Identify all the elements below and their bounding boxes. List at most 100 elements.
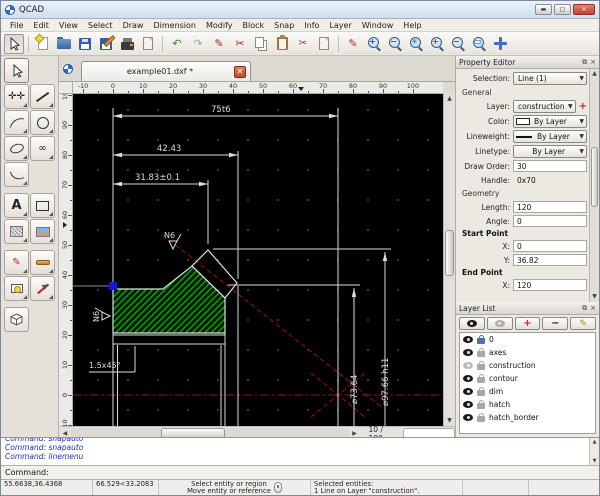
property-editor-scrollbar[interactable]: ▲ ▼ [589, 69, 599, 302]
undo-button[interactable]: ↶ [167, 34, 187, 54]
zoom-window-button[interactable]: + [427, 34, 447, 54]
close-button[interactable]: ✕ [573, 4, 595, 15]
surface-n6-top-text[interactable]: N6 [164, 231, 175, 240]
palette-selection-button[interactable] [4, 58, 29, 83]
edit-layer-button[interactable]: ✎ [570, 317, 596, 330]
paste-button[interactable] [272, 34, 292, 54]
selection-combo[interactable]: Line (1)▼ [513, 72, 587, 85]
chamfer-text[interactable]: 1.5x45° [89, 361, 121, 370]
zoom-out-button[interactable]: − [385, 34, 405, 54]
start-y-field[interactable]: 36.82 [513, 254, 587, 266]
eye-icon[interactable] [463, 336, 473, 343]
tab-close-icon[interactable]: ✕ [234, 66, 246, 78]
lock-icon[interactable] [477, 364, 485, 370]
circle-tool-button[interactable] [30, 110, 55, 135]
history-scrollbar[interactable]: ▲ ▼ [589, 438, 599, 465]
modify-tool-button[interactable] [30, 276, 55, 301]
dim-75-text[interactable]: 75t6 [211, 105, 231, 115]
dim-3183-text[interactable]: 31.83±0.1 [135, 173, 180, 183]
selected-point-marker[interactable] [109, 282, 117, 290]
layer-plus-button[interactable]: + [579, 101, 587, 112]
new-file-button[interactable] [33, 34, 53, 54]
dimension-tool-button[interactable]: ✎ [4, 250, 29, 275]
close-panel-icon[interactable]: × [590, 304, 596, 312]
lock-icon[interactable] [477, 403, 485, 409]
draw-order-field[interactable]: 30 [513, 160, 587, 172]
scroll-up-icon[interactable]: ▲ [590, 69, 599, 79]
vertical-scrollbar[interactable]: ▲ ▼ [443, 94, 455, 426]
eye-off-icon[interactable] [463, 362, 473, 369]
surface-n6-left[interactable]: N6 [92, 308, 110, 322]
lock-icon[interactable] [477, 416, 485, 422]
eye-icon[interactable] [463, 375, 473, 382]
redo-button[interactable]: ↷ [188, 34, 208, 54]
dim-dia-inner-text[interactable]: ⌀73.64 [350, 375, 360, 404]
menu-item-view[interactable]: View [54, 21, 83, 30]
dim-4243-text[interactable]: 42.43 [157, 144, 181, 154]
draw-pencil-button[interactable]: ✎ [209, 34, 229, 54]
color-combo[interactable]: By Layer▼ [513, 115, 587, 128]
menu-item-dimension[interactable]: Dimension [148, 21, 201, 30]
drawing-canvas[interactable]: 75t6 42.43 31.83±0.1 ⌀73.64 [73, 94, 443, 426]
linetype-combo[interactable]: By Layer▼ [513, 145, 587, 158]
image-tool-button[interactable] [30, 219, 55, 244]
menu-item-help[interactable]: Help [398, 21, 426, 30]
show-all-layers-button[interactable] [459, 317, 485, 330]
property-scroll-thumb[interactable] [591, 147, 598, 207]
save-button[interactable] [75, 34, 95, 54]
shape-tool-button[interactable] [30, 193, 55, 218]
layer-row-hatch_border[interactable]: hatch_border [460, 411, 595, 424]
start-x-field[interactable]: 0 [513, 240, 587, 252]
scroll-up-icon[interactable]: ▲ [590, 439, 599, 445]
hide-all-layers-button[interactable] [487, 317, 513, 330]
layer-row-0[interactable]: 0 [460, 333, 595, 346]
viewport-3d-button[interactable] [4, 307, 29, 332]
maximize-button[interactable]: ▢ [554, 4, 571, 15]
text-tool-button[interactable]: A [4, 193, 29, 218]
scroll-down-icon[interactable]: ▼ [590, 458, 599, 464]
dim-dia-outer-text[interactable]: ⌀97.66 h11 [381, 358, 391, 406]
cut-button[interactable]: ✂ [230, 34, 250, 54]
layer-row-construction[interactable]: construction [460, 359, 595, 372]
vertical-scroll-thumb[interactable] [445, 230, 454, 276]
eye-icon[interactable] [463, 388, 473, 395]
lock-icon[interactable] [477, 390, 485, 396]
dimensions[interactable]: 75t6 42.43 31.83±0.1 ⌀73.64 [89, 105, 391, 426]
zoom-previous-button[interactable]: − [448, 34, 468, 54]
leader-tool-button[interactable] [30, 250, 55, 275]
end-x-field[interactable]: 120 [513, 279, 587, 291]
edit-pencil-button[interactable]: ✎ [343, 34, 363, 54]
lineweight-combo[interactable]: By Layer▼ [513, 130, 587, 143]
minimize-button[interactable]: ▬ [535, 4, 552, 15]
menu-item-layer[interactable]: Layer [324, 21, 356, 30]
auto-zoom-button[interactable]: ✳ [406, 34, 426, 54]
cut-reference-button[interactable]: ✂ [293, 34, 313, 54]
lock-icon[interactable] [477, 351, 485, 357]
selection-pointer-button[interactable] [4, 34, 24, 54]
float-panel-icon[interactable]: ⧉ [582, 58, 587, 67]
layer-row-axes[interactable]: axes [460, 346, 595, 359]
zoom-in-button[interactable]: + [364, 34, 384, 54]
pan-button[interactable] [490, 34, 510, 54]
menu-item-file[interactable]: File [5, 21, 28, 30]
remove-layer-button[interactable]: − [542, 317, 568, 330]
scroll-down-icon[interactable]: ▼ [590, 292, 599, 302]
layer-row-hatch[interactable]: hatch [460, 398, 595, 411]
spline-tool-button[interactable]: ∞ [30, 136, 55, 161]
layer-combo[interactable]: construction▼ [513, 100, 576, 113]
menu-item-draw[interactable]: Draw [118, 21, 149, 30]
copy-button[interactable] [251, 34, 271, 54]
zoom-page-button[interactable]: ▭ [469, 34, 489, 54]
float-panel-icon[interactable]: ⧉ [582, 304, 587, 313]
hatch-section[interactable] [113, 266, 225, 333]
command-history[interactable]: Command: snapautoCommand: snapautoComman… [1, 437, 599, 465]
eye-icon[interactable] [463, 414, 473, 421]
paste-reference-button[interactable] [314, 34, 334, 54]
ellipse-tool-button[interactable] [4, 136, 29, 161]
lock-icon[interactable] [477, 338, 485, 344]
angle-field[interactable]: 0 [513, 215, 587, 227]
menu-item-block[interactable]: Block [238, 21, 270, 30]
layer-row-dim[interactable]: dim [460, 385, 595, 398]
arc-tool-button[interactable] [4, 110, 29, 135]
menu-item-edit[interactable]: Edit [28, 21, 54, 30]
